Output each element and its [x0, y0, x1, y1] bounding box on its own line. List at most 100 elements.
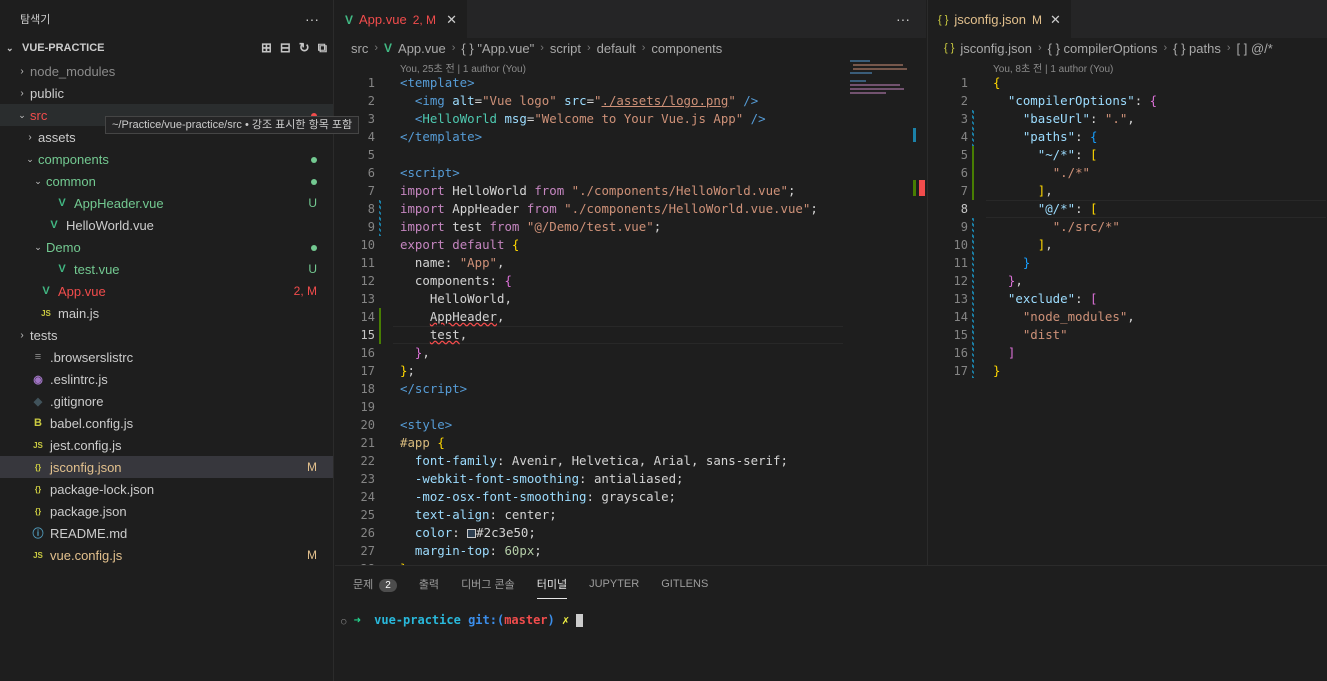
crumb-paths[interactable]: { } paths [1173, 41, 1221, 56]
project-root[interactable]: ⌄ VUE-PRACTICE ⊞ ⊟ ↻ ⧉ [0, 38, 333, 58]
chevron-down-icon: ⌄ [34, 175, 42, 186]
crumb-alias[interactable]: [ ] @/* [1237, 41, 1273, 56]
crumb-file[interactable]: jsconfig.json [960, 41, 1032, 56]
gutter-added-marker [972, 146, 974, 200]
file-tree: › node_modules › public ⌄ src › assets ⌄ componen… [0, 60, 333, 566]
chevron-right-icon: › [1226, 42, 1231, 54]
new-file-icon[interactable]: ⊞ [261, 40, 272, 56]
tree-item--eslintrc-js[interactable]: ◉ .eslintrc.js [0, 368, 333, 390]
code-area[interactable]: { "compilerOptions": { "baseUrl": ".", "… [993, 74, 1323, 380]
tree-item--browserslistrc[interactable]: ≡ .browserslistrc [0, 346, 333, 368]
json-icon: { } [938, 13, 949, 26]
scrollbar-marker [913, 128, 916, 142]
json-icon: { } [944, 42, 955, 54]
tab-output[interactable]: 출력 [419, 576, 439, 592]
vue-icon: V [58, 263, 66, 275]
chevron-right-icon: › [586, 42, 591, 54]
explorer-sidebar: 탐색기 ··· ⌄ VUE-PRACTICE ⊞ ⊟ ↻ ⧉ › node_mod… [0, 0, 360, 681]
crumb-components[interactable]: components [651, 41, 722, 56]
tree-item-babel-config-js[interactable]: Bbabel.config.js [0, 412, 333, 434]
line-number: 21 [360, 436, 375, 450]
list-icon: ≡ [34, 351, 42, 363]
editor-more-button[interactable]: ··· [896, 11, 910, 27]
editor-group-left: V App.vue 2, M ✕ ··· src › V App.vue › { } … [335, 0, 926, 565]
tree-item-label: node_modules [30, 63, 116, 79]
line-number: 7 [367, 184, 375, 198]
dirty-mark: ✗ [562, 613, 570, 627]
tree-item-label: test.vue [74, 261, 120, 277]
tree-item-label: public [30, 85, 64, 101]
tab-bar-right: { } jsconfig.json M ✕ [928, 0, 1327, 38]
prompt-git: git:( [468, 613, 505, 627]
collapse-all-icon[interactable]: ⧉ [318, 40, 327, 56]
crumb-file[interactable]: App.vue [398, 41, 446, 56]
line-number: 10 [360, 238, 375, 252]
tree-item-label: jest.config.js [50, 437, 122, 453]
tree-item-appheader-vue[interactable]: V AppHeader.vue U [0, 192, 333, 214]
tree-item-components[interactable]: ⌄ components [0, 148, 333, 170]
crumb-default[interactable]: default [597, 41, 636, 56]
crumb-script[interactable]: script [550, 41, 581, 56]
tree-item-vue-config-js[interactable]: JS vue.config.js M [0, 544, 333, 566]
chevron-right-icon: › [540, 42, 544, 54]
tree-item-app-vue[interactable]: V App.vue 2, M [0, 280, 333, 302]
line-number: 19 [360, 400, 375, 414]
tree-item-readme-md[interactable]: ⓘ README.md [0, 522, 333, 544]
minimap[interactable] [850, 58, 910, 118]
tree-item-jest-config-js[interactable]: JS jest.config.js [0, 434, 333, 456]
bottom-panel: 문제 2 출력 디버그 콘솔 터미널 JUPYTER GITLENS ○ ➜ vu… [335, 565, 1327, 681]
tab-debug-console[interactable]: 디버그 콘솔 [461, 576, 515, 592]
git-status-dot [311, 240, 317, 254]
tree-item-test-vue[interactable]: Vtest.vue U [0, 258, 333, 280]
tree-item-label: .eslintrc.js [50, 371, 108, 387]
tree-item-label: HelloWorld.vue [66, 217, 154, 233]
terminal-cursor [576, 614, 584, 627]
line-number: 9 [367, 220, 375, 234]
chevron-down-icon: ⌄ [26, 153, 34, 164]
tree-item-label: vue.config.js [50, 547, 123, 563]
crumb-compiler-options[interactable]: { } compilerOptions [1048, 41, 1158, 56]
tree-item-public[interactable]: › public [0, 82, 333, 104]
chevron-down-icon: ⌄ [18, 109, 26, 120]
arrow-icon: ➜ [353, 613, 361, 627]
tree-item-tests[interactable]: › tests [0, 324, 333, 346]
js-icon: JS [41, 308, 51, 318]
circle-icon: ○ [341, 617, 347, 627]
crumb-object[interactable]: { } "App.vue" [461, 41, 534, 56]
tab-terminal[interactable]: 터미널 [536, 576, 568, 599]
close-icon[interactable]: ✕ [1050, 12, 1061, 28]
tree-item-jsconfig-json[interactable]: {} jsconfig.json M [0, 456, 333, 478]
tab-jsconfig[interactable]: { } jsconfig.json M ✕ [928, 0, 1071, 38]
tree-item-common[interactable]: ⌄ common [0, 170, 333, 192]
more-actions-button[interactable]: ··· [305, 11, 319, 27]
tree-item-package-lock-json[interactable]: {} package-lock.json [0, 478, 333, 500]
tree-item-node-modules[interactable]: › node_modules [0, 60, 333, 82]
git-status: U [308, 196, 317, 210]
tree-item-helloworld-vue[interactable]: V HelloWorld.vue [0, 214, 333, 236]
tab-bar-left: V App.vue 2, M ✕ ··· [335, 0, 926, 38]
tab-problems[interactable]: 문제 2 [353, 576, 397, 592]
tree-item-label: main.js [58, 305, 100, 321]
gutter-modified-marker [379, 200, 381, 236]
editor-group-right: { } jsconfig.json M ✕ { } jsconfig.json › … [927, 0, 1327, 565]
code-area[interactable]: <template> <img alt="Vue logo" src="./as… [400, 74, 850, 565]
tab-gitlens[interactable]: GITLENS [661, 578, 708, 590]
tab-jupyter[interactable]: JUPYTER [589, 578, 639, 590]
refresh-icon[interactable]: ↻ [299, 40, 310, 56]
tree-item-package-json[interactable]: {} package.json [0, 500, 333, 522]
tab-app-vue[interactable]: V App.vue 2, M ✕ [335, 0, 467, 38]
git-status: M [307, 460, 317, 474]
explorer-header: 탐색기 ··· [0, 0, 333, 38]
json-icon: {} [34, 484, 42, 494]
line-number: 17 [360, 364, 375, 378]
tree-item--gitignore[interactable]: ◆ .gitignore [0, 390, 333, 412]
close-icon[interactable]: ✕ [446, 12, 457, 28]
line-number: 11 [953, 256, 968, 270]
crumb-src[interactable]: src [351, 41, 368, 56]
terminal[interactable]: ○ ➜ vue-practice git:(master) ✗ [335, 602, 1327, 630]
project-name: VUE-PRACTICE [22, 42, 105, 54]
new-folder-icon[interactable]: ⊟ [280, 40, 291, 56]
tree-item-main-js[interactable]: JS main.js [0, 302, 333, 324]
tree-item-label: tests [30, 327, 58, 343]
tree-item-demo[interactable]: ⌄ Demo [0, 236, 333, 258]
